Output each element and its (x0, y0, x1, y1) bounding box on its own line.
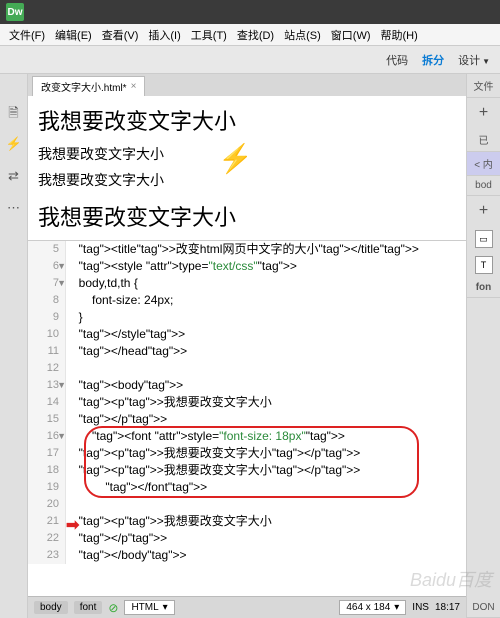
watermark: Baidu百度 (410, 566, 492, 592)
code-editor[interactable]: ➡ 5 "tag"><title"tag">>改变html网页中文字的大小"ta… (28, 241, 466, 596)
time-display: 18:17 (435, 602, 460, 613)
code-line[interactable]: 7▼ body,td,th { (28, 275, 466, 292)
code-line[interactable]: 22 "tag"></p"tag">> (28, 530, 466, 547)
annotation-arrow: ➡ (66, 515, 79, 535)
code-line[interactable]: 8 font-size: 24px; (28, 292, 466, 309)
code-line[interactable]: 15 "tag"></p"tag">> (28, 411, 466, 428)
dimensions-select[interactable]: 464 x 184▾ (339, 600, 406, 615)
code-line[interactable]: 21 "tag"><p"tag">>我想要改变文字大小 (28, 513, 466, 530)
code-line[interactable]: 18 "tag"><p"tag">>我想要改变文字大小"tag"></p"tag… (28, 462, 466, 479)
code-line[interactable]: 6▼ "tag"><style "attr">type="text/css""t… (28, 258, 466, 275)
panel-icon-2[interactable]: T (475, 256, 493, 274)
live-icon[interactable]: ⚡ (6, 136, 22, 152)
code-line[interactable]: 5 "tag"><title"tag">>改变html网页中文字的大小"tag"… (28, 241, 466, 258)
code-line[interactable]: 13▼ "tag"><body"tag">> (28, 377, 466, 394)
menu-window[interactable]: 窗口(W) (326, 27, 376, 43)
label-5: fon (467, 278, 500, 298)
plus-icon[interactable]: + (467, 98, 500, 128)
label-2: 已 (467, 128, 500, 152)
code-line[interactable]: 16▼ "tag"><font "attr">style="font-size:… (28, 428, 466, 445)
plus-icon-2[interactable]: + (467, 196, 500, 226)
code-line[interactable]: 14 "tag"><p"tag">>我想要改变文字大小 (28, 394, 466, 411)
menu-edit[interactable]: 编辑(E) (50, 27, 97, 43)
preview-line-2: 我想要改变文字大小⚡ (38, 144, 456, 164)
left-toolbar: 🗎 ⚡ ⇄ ⋯ (0, 74, 28, 618)
language-select[interactable]: HTML▾ (124, 600, 174, 615)
more-icon[interactable]: ⋯ (6, 200, 22, 216)
label-6: DON (467, 598, 500, 618)
code-line[interactable]: 19 "tag"></font"tag">> (28, 479, 466, 496)
preview-pane: 我想要改变文字大小 我想要改变文字大小⚡ 我想要改变文字大小 我想要改变文字大小 (28, 96, 466, 241)
titlebar: Dw (0, 0, 500, 24)
menu-insert[interactable]: 插入(I) (143, 27, 185, 43)
expand-icon[interactable]: ⇄ (6, 168, 22, 184)
panel-icon-1[interactable]: ▭ (475, 230, 493, 248)
breadcrumb-font[interactable]: font (74, 601, 103, 614)
menu-tools[interactable]: 工具(T) (186, 27, 232, 43)
code-line[interactable]: 20 (28, 496, 466, 513)
code-line[interactable]: 10 "tag"></style"tag">> (28, 326, 466, 343)
breadcrumb-body[interactable]: body (34, 601, 68, 614)
document-tab[interactable]: 改变文字大小.html* × (32, 76, 145, 96)
file-icon[interactable]: 🗎 (6, 104, 22, 120)
files-panel-label[interactable]: 文件 (467, 74, 500, 98)
lightning-icon: ⚡ (218, 142, 253, 175)
status-bar: body font ⊘ HTML▾ 464 x 184▾ INS 18:17 (28, 596, 466, 618)
preview-line-4: 我想要改变文字大小 (38, 200, 456, 232)
code-line[interactable]: 12 (28, 360, 466, 377)
tab-bar: 改变文字大小.html* × (28, 74, 466, 96)
menu-view[interactable]: 查看(V) (97, 27, 144, 43)
split-view-button[interactable]: 拆分 (422, 52, 444, 68)
menu-site[interactable]: 站点(S) (279, 27, 326, 43)
close-icon[interactable]: × (131, 81, 137, 92)
code-line[interactable]: 11 "tag"></head"tag">> (28, 343, 466, 360)
app-logo: Dw (6, 3, 24, 21)
view-toolbar: 代码 拆分 设计▼ (0, 46, 500, 74)
chevron-down-icon: ▼ (482, 57, 490, 66)
menu-find[interactable]: 查找(D) (232, 27, 279, 43)
code-line[interactable]: 9 } (28, 309, 466, 326)
tab-title: 改变文字大小.html* (41, 79, 127, 94)
code-line[interactable]: 23 "tag"></body"tag">> (28, 547, 466, 564)
menu-help[interactable]: 帮助(H) (376, 27, 423, 43)
insert-mode: INS (412, 602, 429, 613)
check-icon[interactable]: ⊘ (108, 601, 118, 615)
right-panel: 文件 + 已 < 内 bod + ▭ T fon DON (466, 74, 500, 618)
code-view-button[interactable]: 代码 (386, 52, 408, 68)
menu-file[interactable]: 文件(F) (4, 27, 50, 43)
label-3[interactable]: < 内 (467, 152, 500, 176)
code-line[interactable]: 17 "tag"><p"tag">>我想要改变文字大小"tag"></p"tag… (28, 445, 466, 462)
menubar: 文件(F) 编辑(E) 查看(V) 插入(I) 工具(T) 查找(D) 站点(S… (0, 24, 500, 46)
label-4: bod (467, 176, 500, 196)
design-view-button[interactable]: 设计▼ (458, 52, 490, 68)
preview-line-1: 我想要改变文字大小 (38, 104, 456, 136)
